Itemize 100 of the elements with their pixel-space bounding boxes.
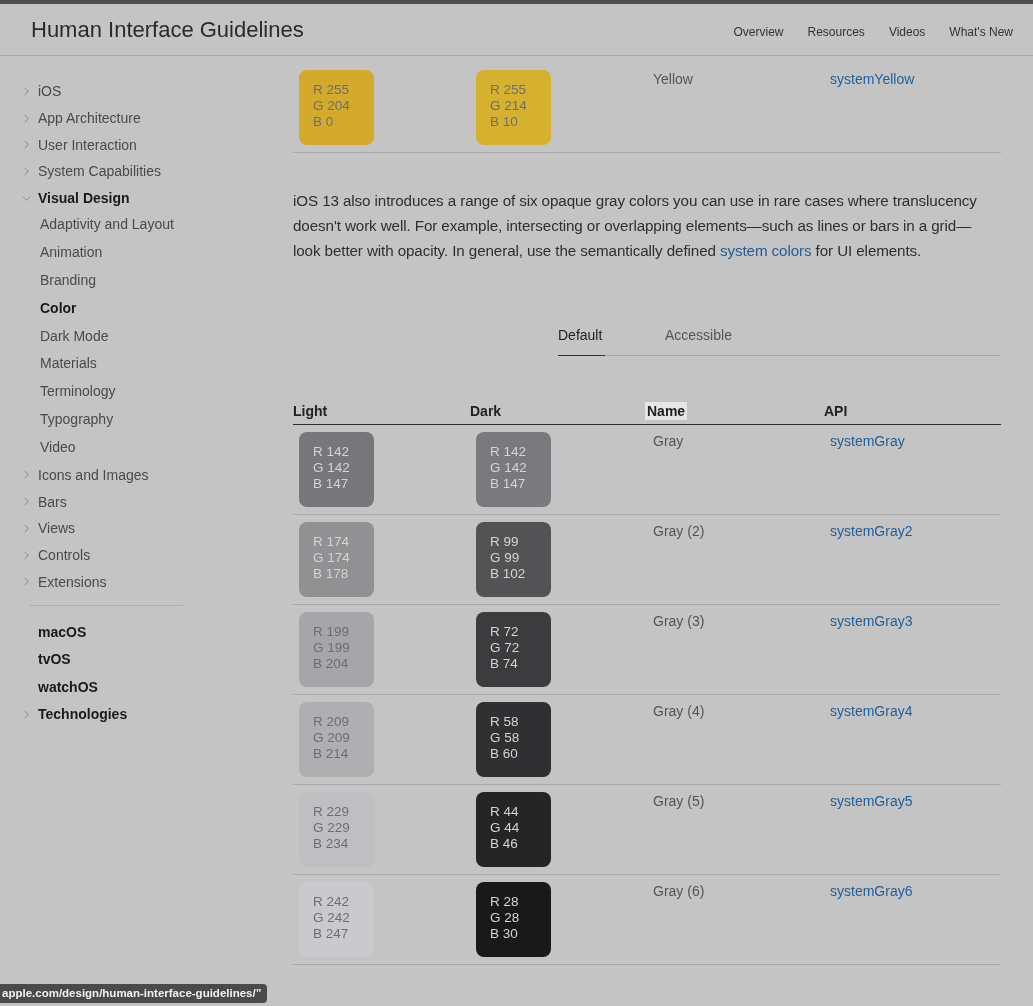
chevron-right-icon[interactable] <box>22 550 31 560</box>
sidebar-subitem[interactable]: Dark Mode <box>40 322 252 351</box>
column-header: Light <box>293 403 328 419</box>
rgb-value: G 72 <box>490 640 521 656</box>
api-link[interactable]: systemGray6 <box>830 883 913 899</box>
rgb-value: G 229 <box>313 820 351 836</box>
sidebar-item[interactable]: tvOS <box>38 651 71 668</box>
sidebar-item[interactable]: Visual Design <box>38 190 130 207</box>
rgb-value: B 214 <box>313 746 350 762</box>
sidebar-item[interactable]: watchOS <box>38 678 98 695</box>
column-header: Name <box>645 402 688 420</box>
color-name: Gray (5) <box>653 793 705 809</box>
nav-link[interactable]: Overview <box>733 25 784 39</box>
chevron-right-icon[interactable] <box>22 497 31 507</box>
tab[interactable]: Accessible <box>665 327 732 356</box>
rgb-value: B 234 <box>313 836 350 852</box>
sidebar-item[interactable]: App Architecture <box>38 110 141 127</box>
rgb-value: R 99 <box>490 534 520 550</box>
rgb-value: B 46 <box>490 836 519 852</box>
sidebar-subitem[interactable]: Color <box>40 294 252 323</box>
tab[interactable]: Default <box>558 327 605 356</box>
rgb-value: G 28 <box>490 910 521 926</box>
system-colors-link[interactable]: system colors <box>719 242 812 259</box>
sidebar-subitem[interactable]: Animation <box>40 239 252 268</box>
sidebar-item[interactable]: System Capabilities <box>38 163 161 180</box>
color-name: Yellow <box>653 71 693 87</box>
rgb-value: B 147 <box>490 476 527 492</box>
rgb-value: G 142 <box>490 460 528 476</box>
api-link[interactable]: systemGray <box>830 433 905 449</box>
sidebar-item[interactable]: Technologies <box>38 706 128 723</box>
rgb-value: G 44 <box>490 820 521 836</box>
sidebar-item[interactable]: iOS <box>38 83 62 100</box>
color-name: Gray (4) <box>653 703 705 719</box>
rgb-value: R 142 <box>490 444 528 460</box>
api-link[interactable]: systemGray5 <box>830 793 913 809</box>
chevron-right-icon[interactable] <box>22 709 31 719</box>
color-name: Gray (3) <box>653 613 705 629</box>
chevron-right-icon[interactable] <box>22 86 31 96</box>
rgb-value: R 229 <box>313 804 351 820</box>
rgb-value: R 28 <box>490 894 520 910</box>
sidebar-item[interactable]: macOS <box>38 623 87 640</box>
rgb-value: G 99 <box>490 550 521 566</box>
nav-link[interactable]: Videos <box>888 25 926 39</box>
sidebar-subitem[interactable]: Typography <box>40 406 252 434</box>
chevron-right-icon[interactable] <box>22 577 31 587</box>
color-name: Gray <box>653 433 684 449</box>
rgb-value: G 214 <box>490 98 528 114</box>
column-header: Dark <box>470 403 502 419</box>
sidebar-subitem[interactable]: Branding <box>40 267 252 295</box>
column-header: API <box>824 403 848 419</box>
rgb-value: B 60 <box>490 746 519 762</box>
sidebar-subitem[interactable]: Materials <box>40 350 252 379</box>
rgb-value: R 44 <box>490 804 520 820</box>
rgb-value: B 0 <box>313 114 335 130</box>
rgb-value: R 242 <box>313 894 351 910</box>
sidebar-item[interactable]: Extensions <box>38 573 107 590</box>
rgb-value: G 242 <box>313 910 351 926</box>
api-link[interactable]: systemGray2 <box>830 523 913 539</box>
rgb-value: B 204 <box>313 656 350 672</box>
rgb-value: B 178 <box>313 566 350 582</box>
color-name: Gray (6) <box>653 883 705 899</box>
chevron-right-icon[interactable] <box>22 470 31 480</box>
nav-link[interactable]: Resources <box>807 25 865 39</box>
api-link[interactable]: systemGray4 <box>830 703 913 719</box>
rgb-value: R 255 <box>490 82 528 98</box>
sidebar-subitem[interactable]: Terminology <box>40 378 252 406</box>
rgb-value: B 247 <box>313 926 350 942</box>
rgb-value: B 147 <box>313 476 350 492</box>
rgb-value: R 174 <box>313 534 351 550</box>
rgb-value: G 58 <box>490 730 521 746</box>
nav-link[interactable]: What's New <box>949 25 1013 39</box>
sidebar-item[interactable]: Views <box>38 520 76 537</box>
rgb-value: G 204 <box>313 98 351 114</box>
rgb-value: R 72 <box>490 624 520 640</box>
api-link[interactable]: systemYellow <box>830 71 915 87</box>
sidebar-item[interactable]: User Interaction <box>38 136 137 153</box>
rgb-value: R 58 <box>490 714 520 730</box>
sidebar-subitem[interactable]: Video <box>40 433 252 462</box>
chevron-right-icon[interactable] <box>22 523 31 533</box>
sidebar-subitem[interactable]: Adaptivity and Layout <box>40 211 252 240</box>
rgb-value: B 10 <box>490 114 519 130</box>
rgb-value: R 209 <box>313 714 351 730</box>
api-link[interactable]: systemGray3 <box>830 613 913 629</box>
color-name: Gray (2) <box>653 523 705 539</box>
site-title[interactable]: Human Interface Guidelines <box>31 16 304 43</box>
rgb-value: B 30 <box>490 926 519 942</box>
status-url: apple.com/design/human-interface-guidelines/” <box>0 984 268 1003</box>
sidebar-item[interactable]: Bars <box>38 493 67 510</box>
chevron-right-icon[interactable] <box>22 166 31 176</box>
rgb-value: R 255 <box>313 82 351 98</box>
sidebar-item[interactable]: Icons and Images <box>38 466 149 483</box>
sidebar-item[interactable]: Controls <box>38 547 91 563</box>
chevron-right-icon[interactable] <box>22 140 31 150</box>
chevron-right-icon[interactable] <box>22 113 31 123</box>
rgb-value: G 199 <box>313 640 351 656</box>
rgb-value: B 102 <box>490 566 527 582</box>
rgb-value: G 142 <box>313 460 351 476</box>
rgb-value: G 209 <box>313 730 351 746</box>
chevron-down-icon[interactable] <box>22 193 31 203</box>
rgb-value: B 74 <box>490 656 519 672</box>
